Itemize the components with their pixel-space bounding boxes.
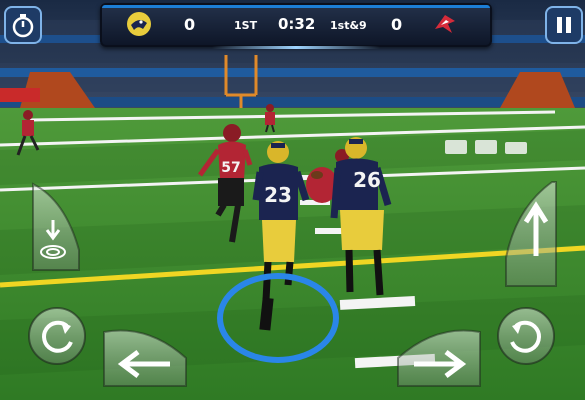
home-team-logo [127,12,151,36]
spin-right-button[interactable] [496,306,556,366]
pause-icon [557,17,571,33]
away-score: 0 [391,15,403,34]
spin-right-icon [497,307,555,365]
game-clock: 0:32 [278,15,316,33]
juke-right-icon [397,329,481,387]
jump-icon [505,181,557,287]
away-team-logo [435,15,455,33]
jump-button[interactable] [502,178,560,290]
dive-button[interactable] [25,180,83,272]
juke-left-icon [103,329,187,387]
opponent-jersey-number: 57 [221,160,240,176]
spin-left-icon [28,307,86,365]
home-left-jersey-number: 23 [264,183,292,207]
down-and-distance: 1st&9 [330,19,367,32]
juke-left-button[interactable] [98,318,192,390]
scoreboard: 0 1ST 0:32 1st&9 0 [100,3,492,49]
juke-right-button[interactable] [392,318,486,390]
sideline-numbers [445,140,527,154]
spin-left-button[interactable] [27,306,87,366]
home-right-jersey-number: 26 [353,168,381,192]
dive-icon [32,182,80,271]
quarter: 1ST [234,19,258,32]
timeout-icon [12,14,34,38]
home-score: 0 [184,15,196,34]
game-screen[interactable]: 57 23 26 0 1ST 0:32 1st&9 0 [0,0,585,400]
timeout-button[interactable] [4,6,42,44]
pause-button[interactable] [545,6,583,44]
